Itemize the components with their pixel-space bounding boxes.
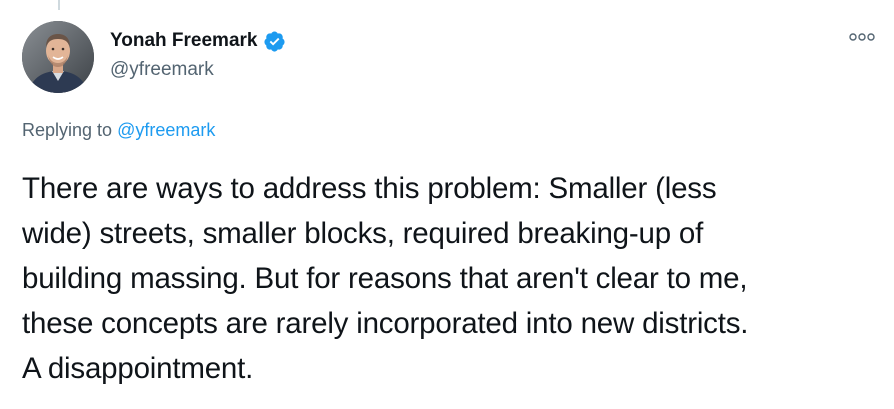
tweet-text-line: A disappointment.	[22, 352, 254, 385]
author-handle[interactable]: @yfreemark	[110, 59, 286, 81]
tweet-text-line: building massing. But for reasons that a…	[22, 262, 748, 295]
tweet-text: There are ways to address this problem: …	[22, 166, 872, 391]
replying-to-mention-link[interactable]: @yfreemark	[117, 120, 215, 140]
tweet-text-line: There are ways to address this problem: …	[22, 172, 717, 205]
tweet-header: Yonah Freemark @yfreemark	[22, 21, 876, 95]
tweet-text-line: these concepts are rarely incorporated i…	[22, 307, 749, 340]
author-display-name[interactable]: Yonah Freemark	[110, 30, 257, 52]
more-options-icon[interactable]	[848, 27, 876, 47]
verified-badge-icon	[263, 30, 286, 53]
replying-to-label: Replying to	[22, 120, 113, 140]
name-row: Yonah Freemark	[110, 28, 286, 54]
avatar[interactable]	[22, 21, 94, 93]
thread-connector-line	[58, 0, 60, 10]
author-identity: Yonah Freemark @yfreemark	[110, 28, 286, 81]
replying-to-context: Replying to @yfreemark	[22, 120, 215, 141]
tweet-text-line: wide) streets, smaller blocks, required …	[22, 217, 704, 250]
